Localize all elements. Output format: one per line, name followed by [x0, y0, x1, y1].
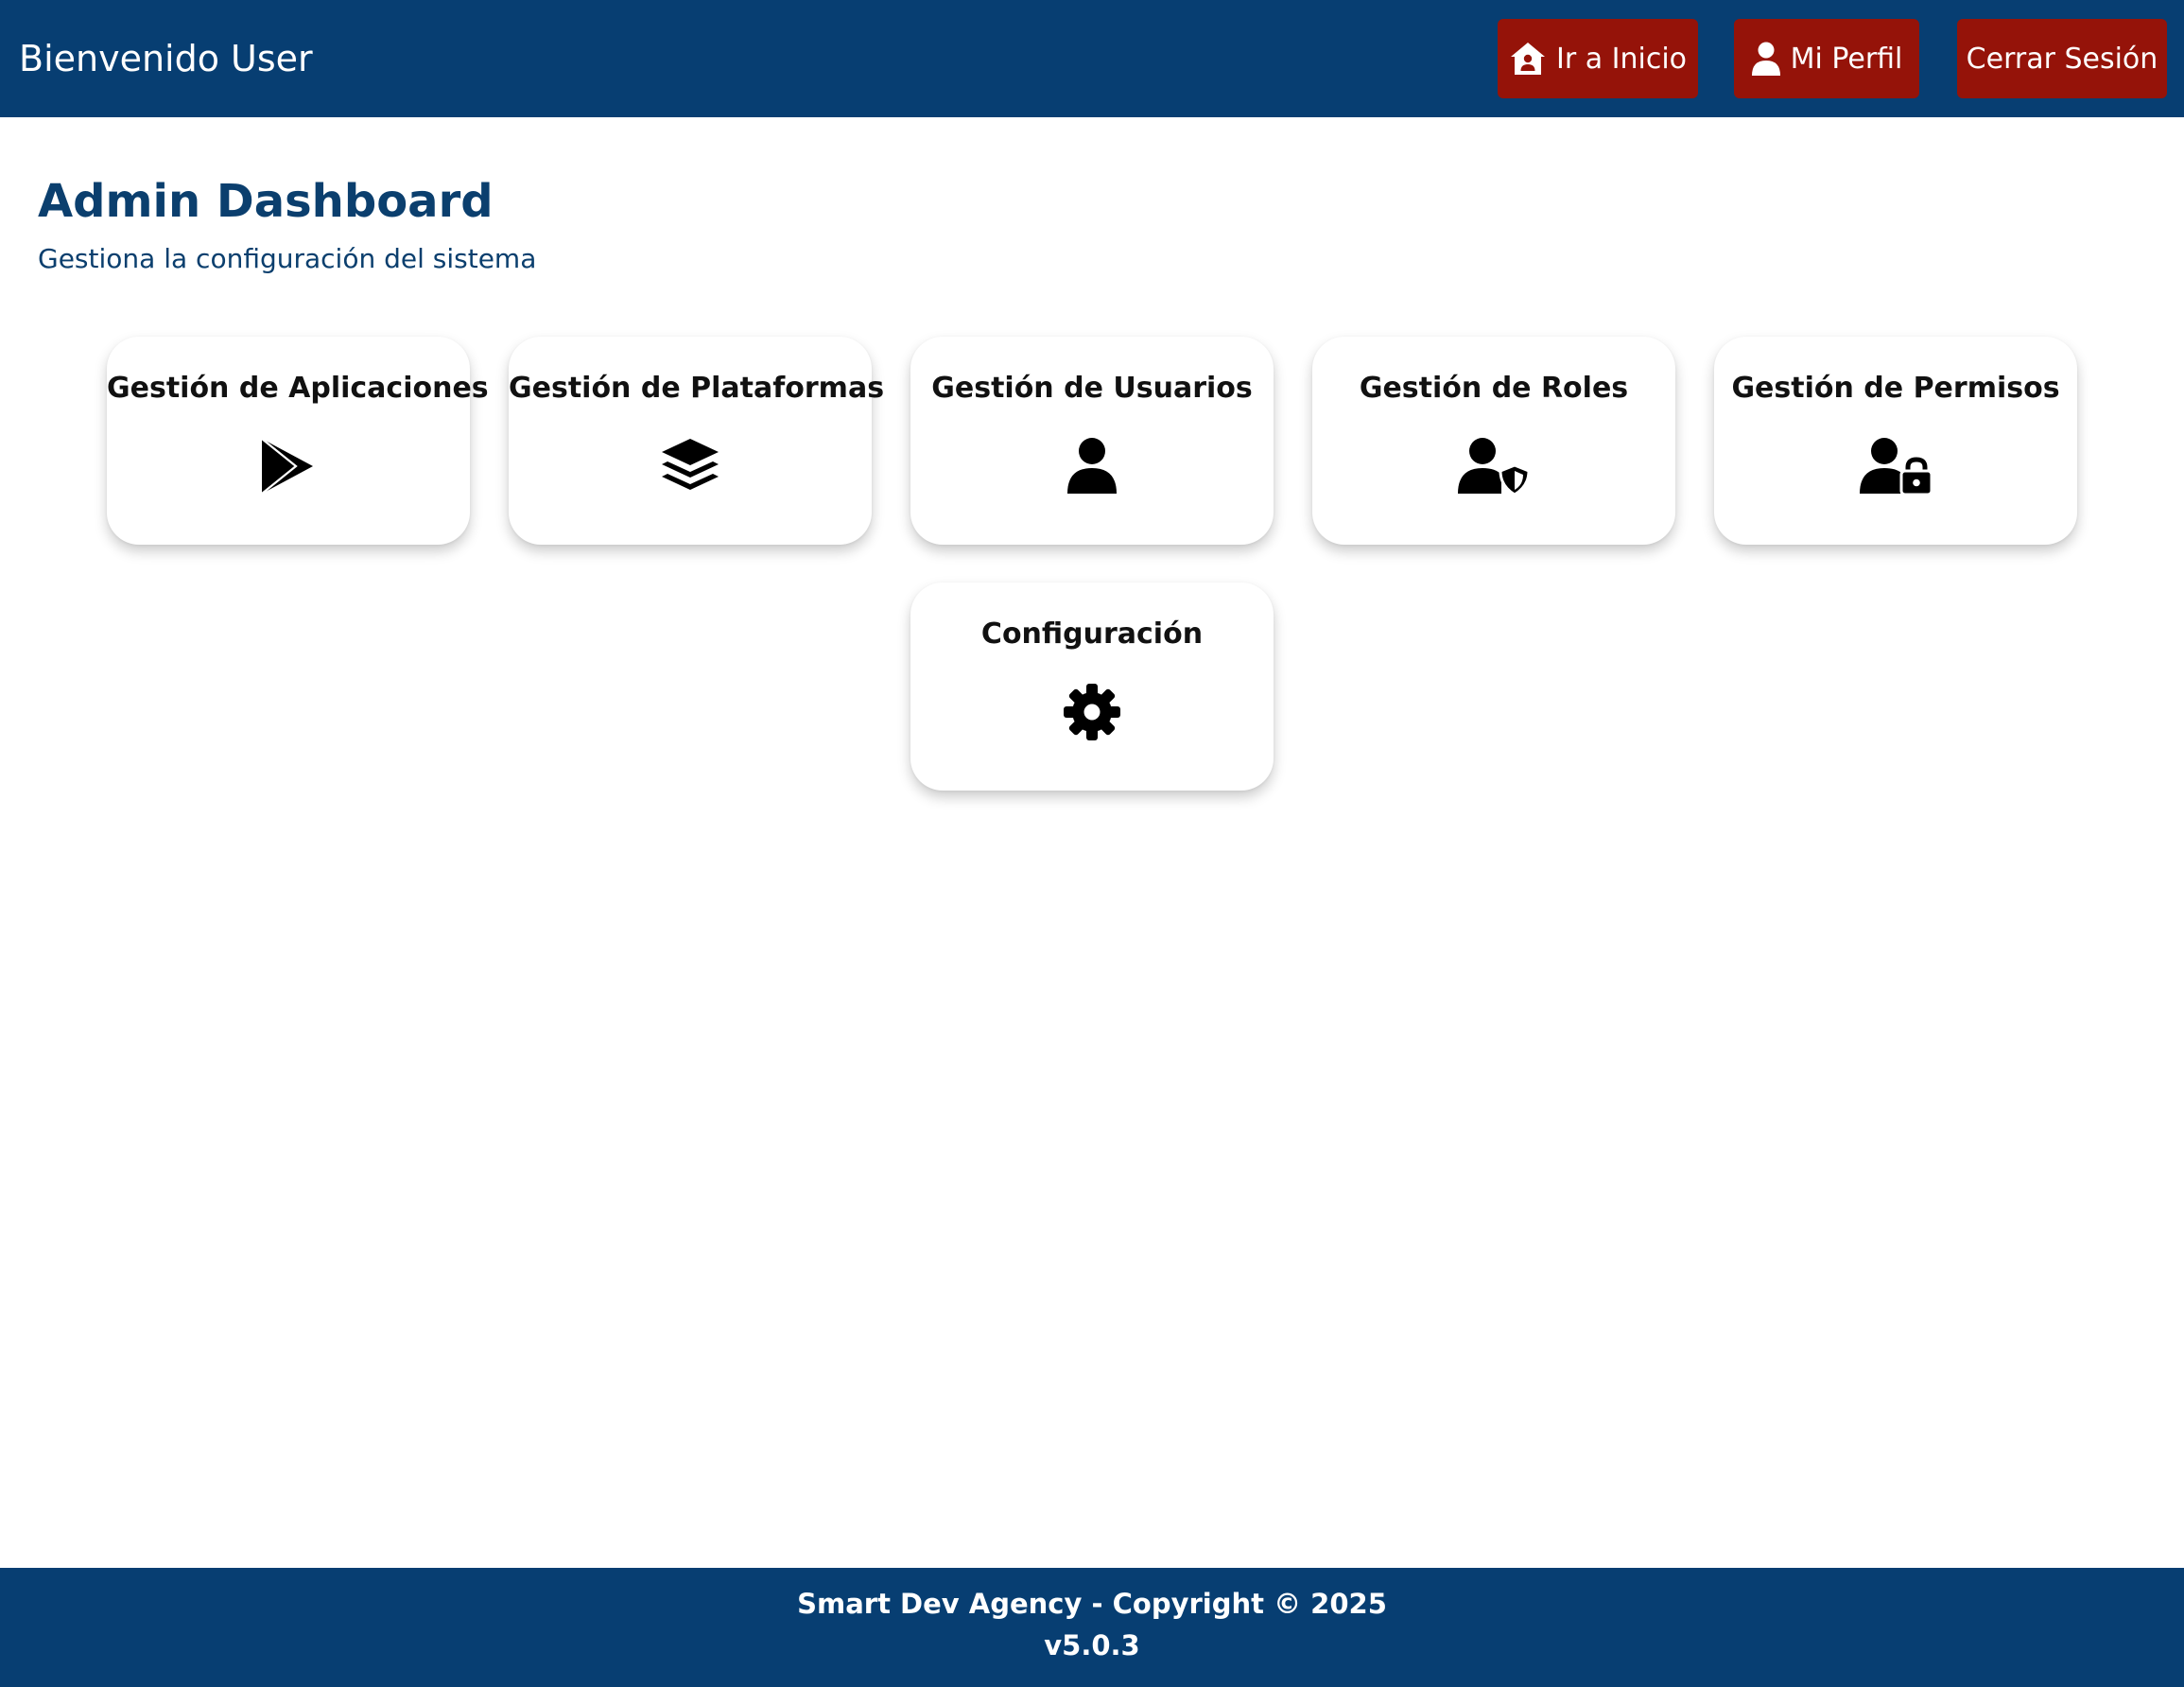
- logout-label: Cerrar Sesión: [1966, 42, 2158, 76]
- user-icon: [910, 435, 1274, 497]
- card-title: Gestión de Roles: [1359, 372, 1629, 405]
- user-shield-icon: [1312, 435, 1675, 497]
- card-title: Configuración: [980, 617, 1204, 651]
- gear-icon: [910, 681, 1274, 743]
- card-title: Gestión de Plataformas: [509, 372, 885, 405]
- logout-button[interactable]: Cerrar Sesión: [1957, 19, 2167, 98]
- my-profile-button[interactable]: Mi Perfil: [1734, 19, 1919, 98]
- card-title: Gestión de Usuarios: [931, 372, 1253, 405]
- settings-card[interactable]: Configuración: [910, 583, 1274, 791]
- page-title: Admin Dashboard: [38, 175, 494, 228]
- google-play-icon: [107, 435, 470, 497]
- platforms-card[interactable]: Gestión de Plataformas: [509, 337, 885, 545]
- user-icon: [1751, 41, 1781, 77]
- go-home-button[interactable]: Ir a Inicio: [1498, 19, 1698, 98]
- user-lock-icon: [1714, 435, 2077, 497]
- top-navbar: Bienvenido User Ir a Inicio Mi Perfil Ce…: [0, 0, 2184, 117]
- card-title: Gestión de Permisos: [1731, 372, 2060, 405]
- roles-card[interactable]: Gestión de Roles: [1312, 337, 1675, 545]
- page: Bienvenido User Ir a Inicio Mi Perfil Ce…: [0, 0, 2184, 1687]
- house-user-icon: [1509, 41, 1547, 77]
- footer-copyright: Smart Dev Agency - Copyright © 2025: [797, 1588, 1387, 1620]
- my-profile-label: Mi Perfil: [1790, 42, 1903, 76]
- footer: Smart Dev Agency - Copyright © 2025 v5.0…: [0, 1568, 2184, 1687]
- page-subtitle: Gestiona la configuración del sistema: [38, 243, 537, 274]
- applications-card[interactable]: Gestión de Aplicaciones: [107, 337, 489, 545]
- permissions-card[interactable]: Gestión de Permisos: [1714, 337, 2077, 545]
- layers-icon: [509, 435, 872, 497]
- welcome-text: Bienvenido User: [19, 38, 313, 79]
- footer-version: v5.0.3: [1044, 1629, 1140, 1661]
- users-card[interactable]: Gestión de Usuarios: [910, 337, 1274, 545]
- go-home-label: Ir a Inicio: [1555, 42, 1688, 76]
- card-title: Gestión de Aplicaciones: [107, 372, 489, 405]
